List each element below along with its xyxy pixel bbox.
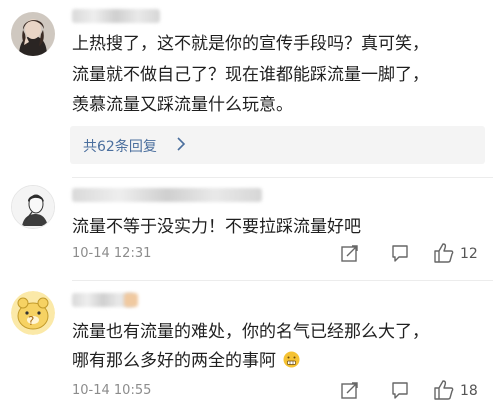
comment-1-line-2: 流量就不做自己了？现在谁都能踩流量一脚了， <box>72 65 429 85</box>
cartoon-avatar-icon[interactable]: ? <box>11 291 55 335</box>
username-blurred[interactable] <box>72 9 160 23</box>
like-thumb-icon[interactable] <box>433 379 455 401</box>
username-blurred[interactable] <box>72 188 262 202</box>
divider <box>72 177 493 178</box>
sketch-avatar-icon[interactable] <box>11 185 55 229</box>
view-replies-link[interactable]: 共62条回复 <box>83 136 157 156</box>
comment-1-line-3: 羡慕流量又踩流量什么玩意。 <box>72 95 293 115</box>
like-count: 18 <box>460 383 478 399</box>
divider <box>72 280 493 281</box>
timestamp: 10-14 12:31 <box>72 246 152 261</box>
comment-icon[interactable] <box>390 243 410 263</box>
comment-3-line-2-text: 哪有那么多好的两全的事阿 <box>72 351 276 371</box>
chevron-right-icon <box>177 137 186 151</box>
comment-icon[interactable] <box>390 380 410 400</box>
badge-blurred <box>124 293 138 307</box>
timestamp: 10-14 10:55 <box>72 383 152 398</box>
reply-box[interactable]: 共62条回复 <box>70 126 485 164</box>
grimace-emoji <box>283 351 300 368</box>
comment-1-line-1: 上热搜了，这不就是你的宣传手段吗？真可笑， <box>72 34 429 54</box>
share-icon[interactable] <box>340 243 360 263</box>
share-icon[interactable] <box>340 380 360 400</box>
like-thumb-icon[interactable] <box>433 242 455 264</box>
comment-3-line-1: 流量也有流量的难处，你的名气已经那么大了， <box>72 322 429 342</box>
comment-2-line-1: 流量不等于没实力！不要拉踩流量好吧 <box>72 217 361 237</box>
svg-text:?: ? <box>28 314 34 328</box>
portrait-avatar-icon[interactable] <box>11 12 55 56</box>
comment-3-line-2: 哪有那么多好的两全的事阿 <box>72 349 300 374</box>
like-count: 12 <box>460 246 478 262</box>
